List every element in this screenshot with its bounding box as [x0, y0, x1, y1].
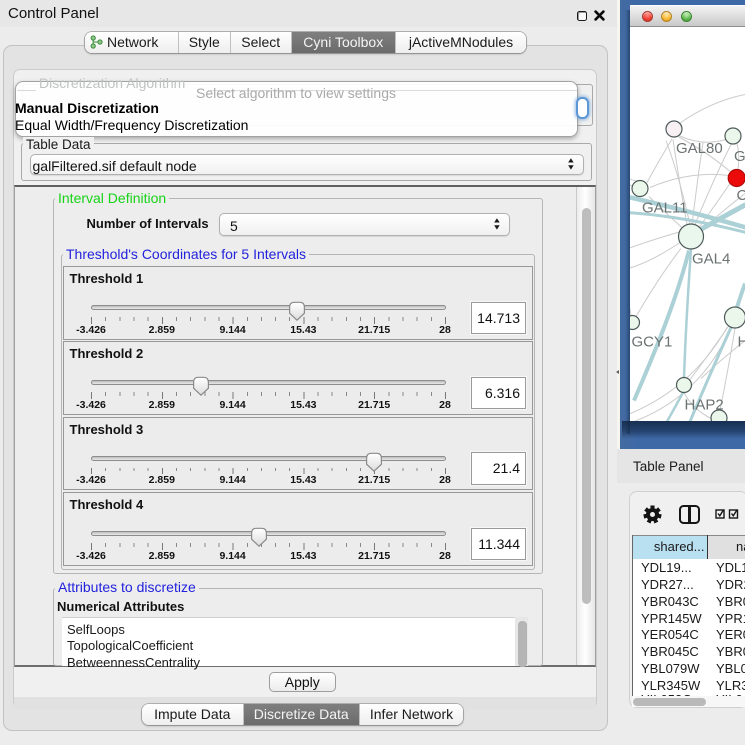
svg-text:HAP2: HAP2 [685, 396, 724, 413]
svg-text:GAL11: GAL11 [642, 199, 688, 216]
svg-text:GA: GA [734, 148, 745, 165]
svg-text:GCY1: GCY1 [632, 333, 673, 350]
svg-text:GAL80: GAL80 [676, 140, 723, 157]
svg-text:CR: CR [737, 187, 745, 204]
svg-text:GAL4: GAL4 [692, 250, 730, 267]
svg-text:H: H [738, 333, 745, 350]
